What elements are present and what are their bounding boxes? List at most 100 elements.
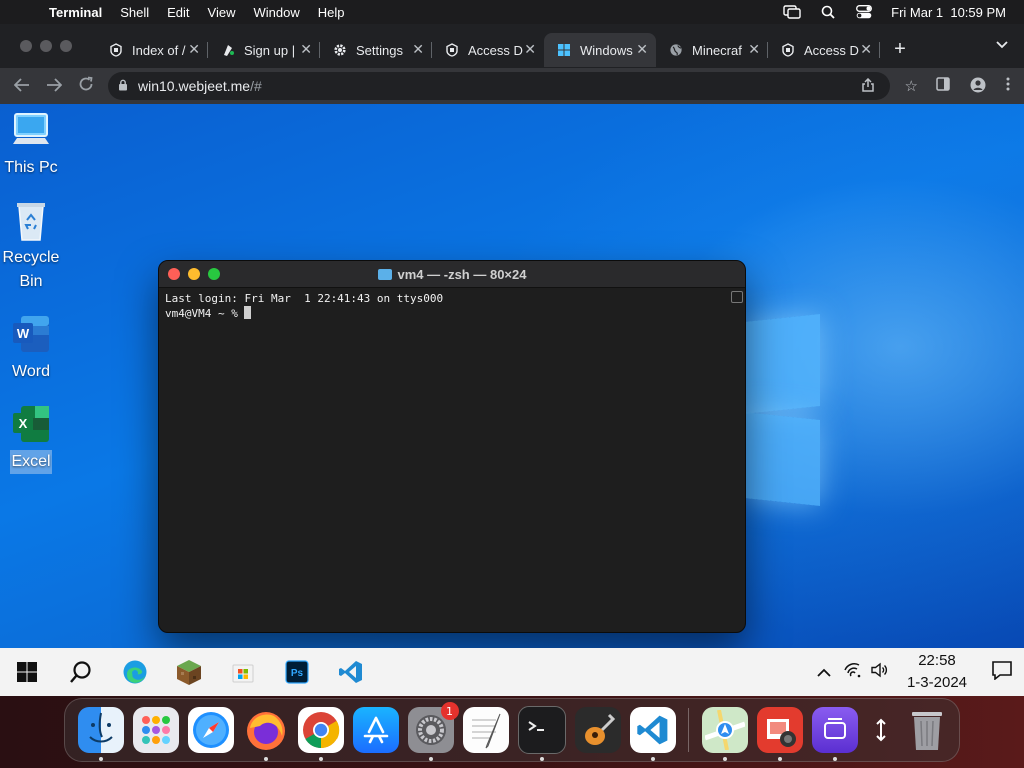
tab-close-icon[interactable]: ✕ (300, 41, 312, 58)
menu-edit[interactable]: Edit (158, 5, 198, 20)
spotlight-search-icon[interactable] (819, 5, 837, 19)
dock-maps-icon[interactable] (701, 707, 748, 761)
tab-close-icon[interactable]: ✕ (524, 41, 536, 58)
terminal-output[interactable]: Last login: Fri Mar 1 22:41:43 on ttys00… (159, 288, 745, 325)
bookmark-star-icon[interactable]: ☆ (905, 77, 918, 95)
show-hidden-icons-chevron-icon[interactable] (810, 664, 838, 681)
menu-shell[interactable]: Shell (111, 5, 158, 20)
windows-icon (556, 42, 572, 58)
notification-badge: 1 (440, 702, 459, 720)
dock-terminal-icon[interactable] (517, 706, 566, 761)
terminal-titlebar[interactable]: vm4 — -zsh — 80×24 (159, 261, 745, 288)
tab-settings[interactable]: Settings ✕ (320, 33, 432, 67)
dock-simulator-icon[interactable] (811, 707, 858, 761)
search-icon (70, 661, 91, 683)
dock-finder-icon[interactable] (77, 707, 124, 761)
dock-photo-booth-icon[interactable] (756, 707, 803, 761)
dock-system-settings-icon[interactable]: 1 (407, 702, 459, 761)
menu-window[interactable]: Window (245, 5, 309, 20)
browser-window-controls (0, 40, 96, 52)
text-cursor (244, 306, 252, 319)
back-button[interactable] (6, 76, 38, 97)
network-wifi-icon[interactable] (838, 662, 866, 682)
tab-close-icon[interactable]: ✕ (860, 41, 872, 58)
notification-center-icon[interactable] (980, 660, 1024, 685)
reload-button[interactable] (70, 76, 102, 97)
browser-zoom-button[interactable] (60, 40, 72, 52)
tab-windows[interactable]: Windows ✕ (544, 33, 656, 67)
access-icon (444, 42, 460, 58)
tab-title: Access D (804, 42, 859, 58)
taskbar-edge[interactable] (108, 648, 162, 696)
dock-firefox-icon[interactable] (243, 707, 289, 761)
menu-app-name[interactable]: Terminal (40, 5, 111, 20)
terminal-prompt-line[interactable]: vm4@VM4 ~ % (165, 306, 739, 321)
taskbar-store[interactable] (216, 648, 270, 696)
tab-close-icon[interactable]: ✕ (188, 41, 200, 58)
control-center-icon[interactable] (855, 5, 873, 19)
dock-safari-icon[interactable] (187, 707, 234, 753)
tab-close-icon[interactable]: ✕ (636, 41, 648, 58)
taskbar-clock[interactable]: 22:58 1-3-2024 (894, 650, 980, 694)
dock-textedit-icon[interactable] (462, 707, 509, 753)
tab-close-icon[interactable]: ✕ (412, 41, 424, 58)
share-icon[interactable] (862, 77, 874, 95)
tab-access-d-2[interactable]: Access D ✕ (768, 33, 880, 67)
menu-view[interactable]: View (199, 5, 245, 20)
tab-title: Access D (468, 42, 523, 58)
start-button[interactable] (0, 648, 54, 696)
terminal-window[interactable]: vm4 — -zsh — 80×24 Last login: Fri Mar 1… (158, 260, 746, 633)
url-path: /# (250, 78, 262, 94)
screen-mirroring-icon[interactable] (783, 5, 801, 19)
browser-minimize-button[interactable] (40, 40, 52, 52)
forward-button[interactable] (38, 76, 70, 97)
menu-help[interactable]: Help (309, 5, 354, 20)
dock-trash-icon[interactable] (904, 707, 950, 753)
dock-app-store-icon[interactable] (352, 707, 399, 753)
profile-avatar-icon[interactable] (970, 77, 986, 96)
excel-icon: X (9, 402, 53, 446)
browser-close-button[interactable] (20, 40, 32, 52)
terminal-prompt: vm4@VM4 ~ % (165, 307, 245, 320)
desktop-icon-word[interactable]: W Word (0, 312, 62, 384)
tab-separator (879, 42, 880, 58)
windows-taskbar: Ps 22:58 1-3-2024 (0, 648, 1024, 696)
svg-text:Ps: Ps (291, 668, 304, 679)
dock-resize-handle-icon[interactable] (867, 707, 895, 753)
tab-close-icon[interactable]: ✕ (748, 41, 760, 58)
taskbar-vscode[interactable] (324, 648, 378, 696)
new-tab-button[interactable]: + (880, 38, 920, 61)
terminal-scroll-marker[interactable] (731, 291, 743, 303)
dock-chrome-icon[interactable] (297, 707, 344, 761)
terminal-line: Last login: Fri Mar 1 22:41:43 on ttys00… (165, 292, 444, 305)
tab-title: Windows (580, 42, 633, 58)
url-host: win10.webjeet.me (138, 78, 251, 94)
system-tray: 22:58 1-3-2024 (810, 648, 1024, 696)
desktop-icon-label: Excel (10, 450, 52, 474)
taskbar-photoshop[interactable]: Ps (270, 648, 324, 696)
dock-launchpad-icon[interactable] (132, 707, 179, 753)
browser-menu-icon[interactable] (1006, 77, 1010, 96)
volume-speaker-icon[interactable] (866, 662, 894, 682)
tab-access-d-1[interactable]: Access D ✕ (432, 33, 544, 67)
lock-icon[interactable] (108, 79, 138, 94)
tab-title: Minecraf (692, 42, 742, 58)
browser-tab-strip: Index of / ✕ Sign up | ✕ Settings ✕ Acce… (0, 24, 1024, 68)
tab-index-of[interactable]: Index of / ✕ (96, 33, 208, 67)
tab-minecraft[interactable]: Minecraf ✕ (656, 33, 768, 67)
dock-vscode-icon[interactable] (629, 707, 676, 761)
word-icon: W (9, 312, 53, 356)
desktop-icon-this-pc[interactable]: This Pc (0, 108, 62, 180)
side-panel-icon[interactable] (936, 77, 950, 96)
address-bar[interactable]: win10.webjeet.me/# ☆ (108, 72, 918, 100)
store-icon (232, 664, 254, 683)
taskbar-minecraft[interactable] (162, 648, 216, 696)
dock-garageband-icon[interactable] (574, 707, 621, 753)
desktop-icon-excel[interactable]: X Excel (0, 402, 62, 474)
taskbar-search-button[interactable] (54, 648, 108, 696)
tab-search-chevron-icon[interactable] (996, 36, 1008, 52)
menubar-clock[interactable]: Fri Mar 1 10:59 PM (891, 5, 1006, 20)
tab-sign-up[interactable]: Sign up | ✕ (208, 33, 320, 67)
desktop-icon-recycle-bin[interactable]: Recycle Bin (0, 198, 62, 294)
mac-menubar: Terminal Shell Edit View Window Help Fri… (0, 0, 1024, 24)
